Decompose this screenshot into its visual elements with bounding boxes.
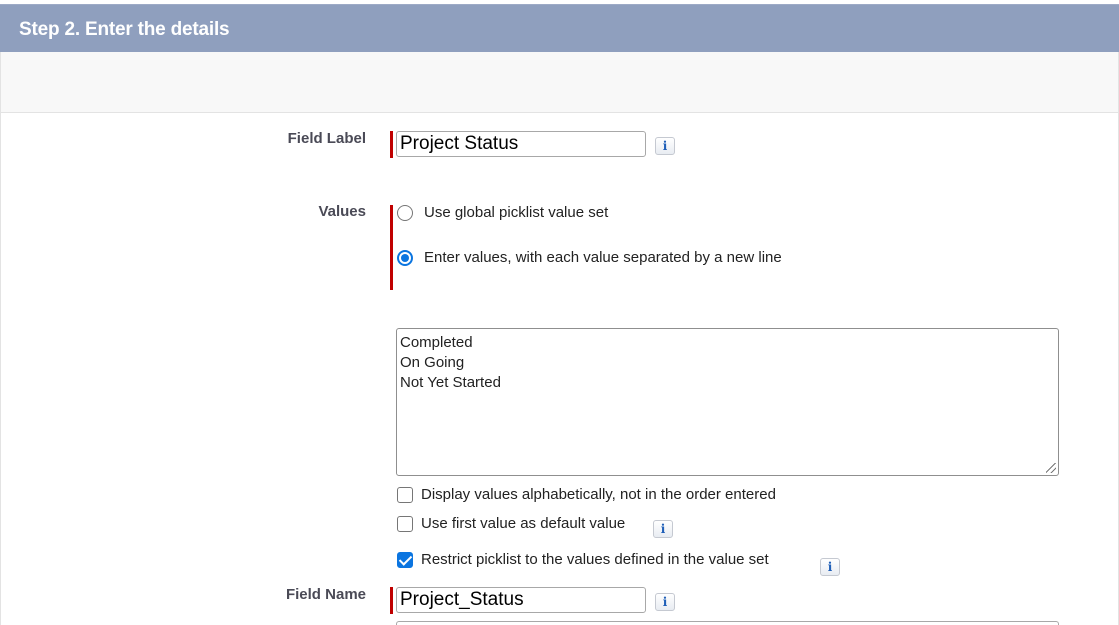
header-subbar xyxy=(0,52,1119,113)
field-label-info-icon[interactable]: i xyxy=(655,137,675,155)
sort-alphabetically-checkbox[interactable] xyxy=(397,487,413,503)
field-name-info-icon[interactable]: i xyxy=(655,593,675,611)
global-picklist-option-label[interactable]: Use global picklist value set xyxy=(424,204,608,221)
required-marker-field-label xyxy=(390,131,393,158)
values-label: Values xyxy=(318,203,366,220)
field-name-label: Field Name xyxy=(285,586,366,603)
values-textarea[interactable]: Completed On Going Not Yet Started xyxy=(396,328,1059,476)
field-label-input[interactable] xyxy=(396,131,646,157)
restrict-picklist-checkbox[interactable] xyxy=(397,552,413,568)
sort-alphabetically-label[interactable]: Display values alphabetically, not in th… xyxy=(421,486,776,503)
value-entry: Completed xyxy=(400,334,473,351)
field-label-label: Field Label xyxy=(287,130,366,147)
first-value-default-label[interactable]: Use first value as default value xyxy=(421,515,625,532)
first-value-default-info-icon[interactable]: i xyxy=(653,520,673,538)
enter-values-option-label[interactable]: Enter values, with each value separated … xyxy=(424,249,782,266)
step-header: Step 2. Enter the details xyxy=(0,4,1119,53)
enter-values-radio[interactable] xyxy=(397,250,413,266)
global-picklist-radio[interactable] xyxy=(397,205,413,221)
restrict-picklist-info-icon[interactable]: i xyxy=(820,558,840,576)
first-value-default-checkbox[interactable] xyxy=(397,516,413,532)
next-field-input-edge xyxy=(396,621,1059,625)
field-name-input[interactable] xyxy=(396,587,646,613)
value-entry: Not Yet Started xyxy=(400,374,501,391)
resize-grip-icon[interactable] xyxy=(1046,463,1056,473)
required-marker-field-name xyxy=(390,587,393,614)
value-entry: On Going xyxy=(400,354,465,371)
frame-left-border xyxy=(0,52,1,625)
restrict-picklist-label[interactable]: Restrict picklist to the values defined … xyxy=(421,551,769,568)
step-title: Step 2. Enter the details xyxy=(19,19,230,40)
required-marker-values xyxy=(390,205,393,290)
